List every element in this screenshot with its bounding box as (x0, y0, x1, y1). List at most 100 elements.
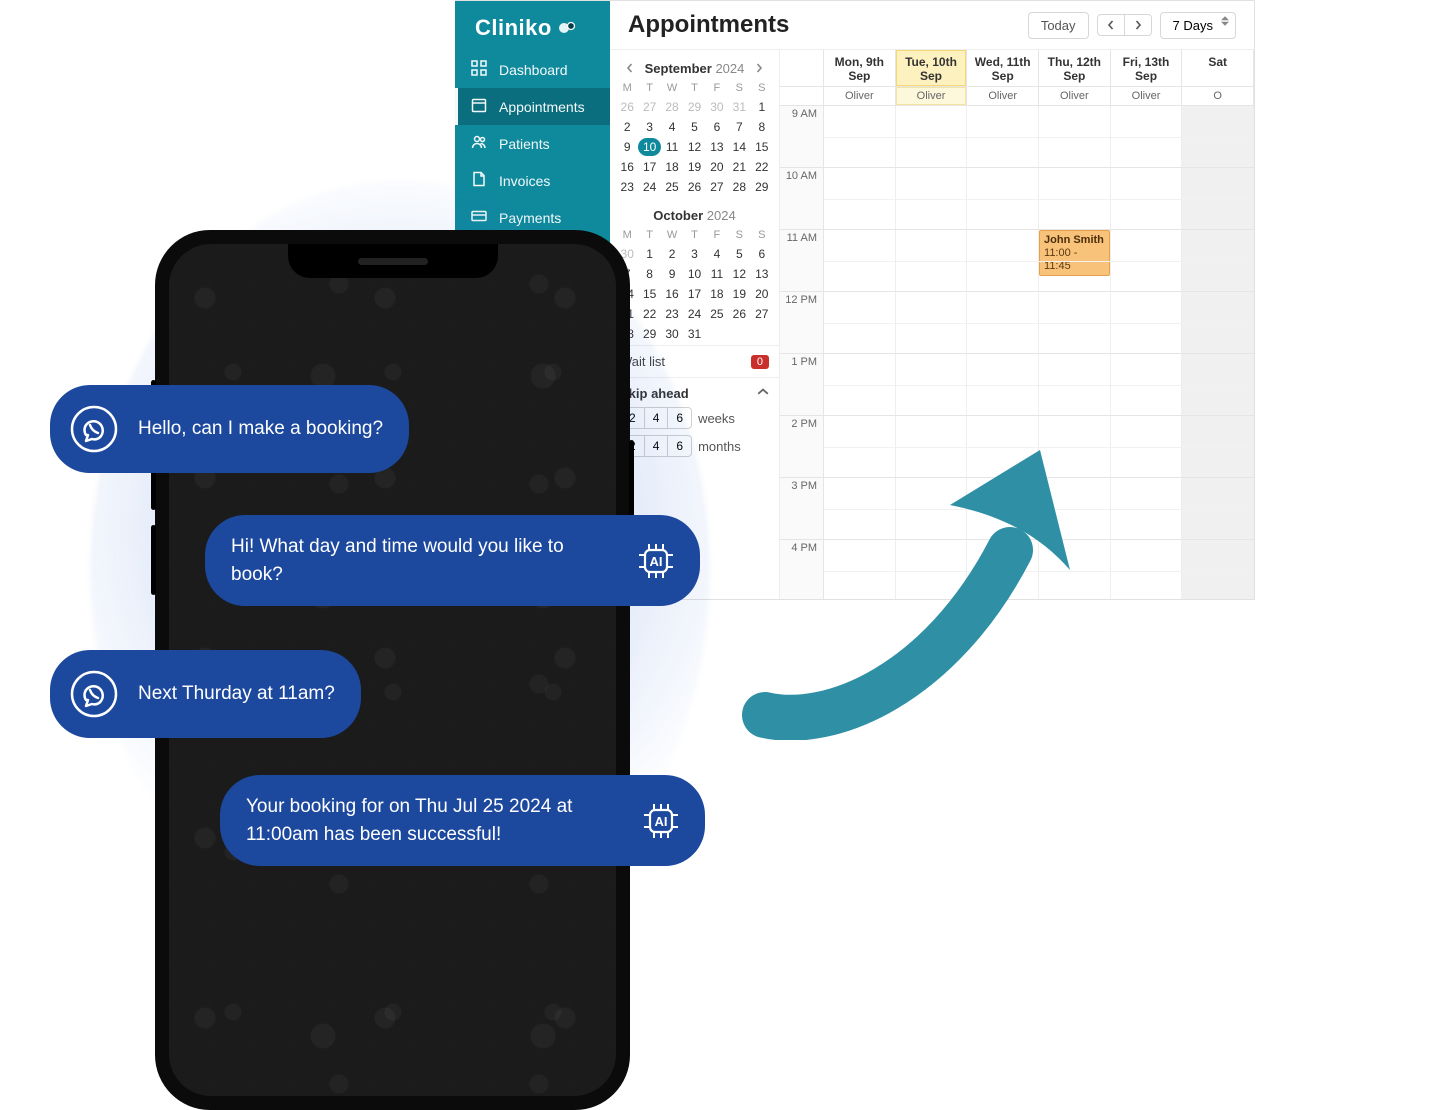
time-slot[interactable] (1111, 168, 1183, 229)
time-slot[interactable] (896, 540, 968, 599)
calendar-day[interactable]: 4 (661, 118, 683, 136)
calendar-day[interactable]: 8 (751, 118, 773, 136)
phone-mock: Hello, can I make a booking? Hi! What da… (60, 220, 760, 1100)
time-slot[interactable] (967, 230, 1039, 291)
calendar-day[interactable]: 18 (661, 158, 683, 176)
calendar-day[interactable]: 13 (706, 138, 728, 156)
time-slot[interactable] (967, 106, 1039, 167)
calendar-day[interactable]: 6 (706, 118, 728, 136)
time-slot[interactable] (896, 478, 968, 539)
calendar-day[interactable]: 24 (638, 178, 660, 196)
today-button[interactable]: Today (1028, 12, 1089, 39)
time-slot[interactable]: John Smith11:00 - 11:45 (1039, 230, 1111, 291)
calendar-day[interactable]: 31 (728, 98, 750, 116)
calendar-day[interactable]: 23 (616, 178, 638, 196)
time-slot[interactable] (896, 416, 968, 477)
appointment-event[interactable]: John Smith11:00 - 11:45 (1039, 230, 1110, 276)
calendar-day[interactable]: 17 (638, 158, 660, 176)
time-slot[interactable] (824, 478, 896, 539)
time-slot[interactable] (967, 478, 1039, 539)
time-slot[interactable] (1039, 354, 1111, 415)
svg-text:AI: AI (655, 814, 668, 829)
calendar-day[interactable]: 27 (638, 98, 660, 116)
time-slot[interactable] (1111, 354, 1183, 415)
time-slot[interactable] (1039, 478, 1111, 539)
time-slot[interactable] (896, 230, 968, 291)
time-slot[interactable] (896, 292, 968, 353)
calendar-day[interactable]: 22 (751, 158, 773, 176)
dow-label: T (683, 80, 705, 96)
time-slot[interactable] (967, 416, 1039, 477)
time-slot[interactable] (1039, 540, 1111, 599)
time-slot[interactable] (1182, 230, 1254, 291)
calendar-day[interactable]: 28 (728, 178, 750, 196)
time-slot[interactable] (824, 106, 896, 167)
calendar-day[interactable]: 10 (638, 138, 660, 156)
calendar-day[interactable]: 3 (638, 118, 660, 136)
calendar-day[interactable]: 15 (751, 138, 773, 156)
calendar-day[interactable]: 21 (728, 158, 750, 176)
time-slot[interactable] (1182, 540, 1254, 599)
time-slot[interactable] (896, 168, 968, 229)
calendar-day[interactable]: 9 (616, 138, 638, 156)
time-slot[interactable] (1111, 478, 1183, 539)
time-slot[interactable] (1182, 416, 1254, 477)
calendar-day[interactable]: 5 (683, 118, 705, 136)
time-slot[interactable] (1182, 168, 1254, 229)
time-slot[interactable] (967, 540, 1039, 599)
calendar-day[interactable]: 27 (706, 178, 728, 196)
time-slot[interactable] (1039, 106, 1111, 167)
time-slot[interactable] (1182, 292, 1254, 353)
time-slot[interactable] (1111, 540, 1183, 599)
calendar-day[interactable]: 25 (661, 178, 683, 196)
calendar-day[interactable]: 7 (728, 118, 750, 136)
calendar-day[interactable]: 14 (728, 138, 750, 156)
calendar-day[interactable]: 26 (683, 178, 705, 196)
time-slot[interactable] (1182, 354, 1254, 415)
time-slot[interactable] (1039, 168, 1111, 229)
calendar-day[interactable]: 30 (706, 98, 728, 116)
time-slot[interactable] (1039, 292, 1111, 353)
calendar-day[interactable]: 16 (616, 158, 638, 176)
calendar-day[interactable]: 28 (661, 98, 683, 116)
time-slot[interactable] (967, 168, 1039, 229)
calendar-day[interactable]: 26 (616, 98, 638, 116)
dow-label: W (661, 80, 683, 96)
time-slot[interactable] (1111, 106, 1183, 167)
time-slot[interactable] (824, 168, 896, 229)
time-slot[interactable] (1111, 416, 1183, 477)
nav-item-patients[interactable]: Patients (455, 125, 610, 162)
nav-item-dashboard[interactable]: Dashboard (455, 51, 610, 88)
time-slot[interactable] (1182, 478, 1254, 539)
day-header: Wed, 11thSep (967, 50, 1039, 86)
calendar-day[interactable]: 1 (751, 98, 773, 116)
time-slot[interactable] (824, 540, 896, 599)
time-slot[interactable] (896, 354, 968, 415)
phone-notch (288, 244, 498, 278)
calendar-day[interactable]: 2 (616, 118, 638, 136)
chevron-right-icon[interactable] (751, 60, 767, 76)
calendar-day[interactable]: 20 (706, 158, 728, 176)
nav-item-appointments[interactable]: Appointments (455, 88, 610, 125)
time-slot[interactable] (824, 416, 896, 477)
hour-label: 11 AM (780, 230, 824, 291)
time-slot[interactable] (824, 230, 896, 291)
time-slot[interactable] (967, 354, 1039, 415)
range-select[interactable]: 7 Days (1160, 12, 1236, 39)
time-slot[interactable] (896, 106, 968, 167)
time-slot[interactable] (1039, 416, 1111, 477)
chevron-left-icon[interactable] (622, 60, 638, 76)
calendar-day[interactable]: 29 (683, 98, 705, 116)
calendar-day[interactable]: 11 (661, 138, 683, 156)
time-slot[interactable] (1182, 106, 1254, 167)
time-slot[interactable] (1111, 230, 1183, 291)
time-slot[interactable] (967, 292, 1039, 353)
calendar-day[interactable]: 29 (751, 178, 773, 196)
time-slot[interactable] (824, 354, 896, 415)
time-slot[interactable] (824, 292, 896, 353)
calendar-day[interactable]: 19 (683, 158, 705, 176)
next-button[interactable] (1125, 14, 1152, 36)
calendar-day[interactable]: 12 (683, 138, 705, 156)
time-slot[interactable] (1111, 292, 1183, 353)
prev-button[interactable] (1097, 14, 1125, 36)
